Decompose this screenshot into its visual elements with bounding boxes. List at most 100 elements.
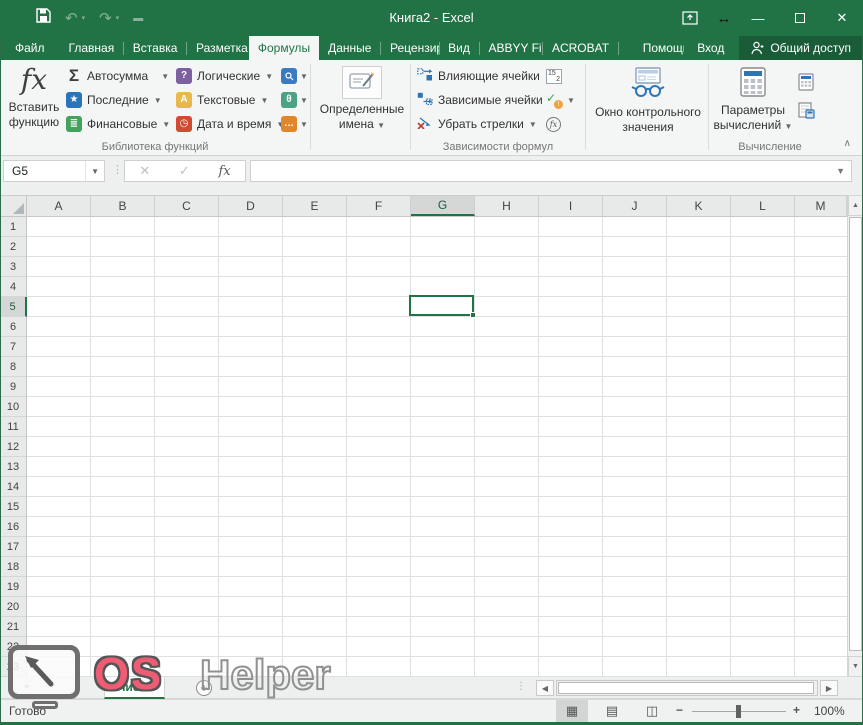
row-header-10[interactable]: 10 — [0, 397, 26, 417]
formula-input[interactable] — [250, 160, 852, 182]
row-header-21[interactable]: 21 — [0, 617, 26, 637]
horizontal-scrollbar-thumb[interactable] — [558, 682, 814, 694]
row-header-11[interactable]: 11 — [0, 417, 26, 437]
enter-icon[interactable]: ✓ — [179, 163, 190, 179]
scroll-up-icon[interactable]: ▲ — [848, 195, 863, 216]
row-header-15[interactable]: 15 — [0, 497, 26, 517]
row-header-5[interactable]: 5 — [0, 297, 27, 317]
row-header-20[interactable]: 20 — [0, 597, 26, 617]
trace-precedents-button[interactable]: Влияющие ячейки — [417, 64, 543, 88]
cancel-icon[interactable]: ✕ — [139, 163, 150, 179]
recent-functions-button[interactable]: ★ Последние ▼ — [66, 88, 170, 112]
tab-data[interactable]: Данные — [319, 36, 380, 60]
tab-file[interactable]: Файл — [0, 36, 60, 60]
row-header-16[interactable]: 16 — [0, 517, 26, 537]
row-header-13[interactable]: 13 — [0, 457, 26, 477]
remove-arrows-button[interactable]: Убрать стрелки ▼ — [417, 112, 543, 136]
defined-names-button[interactable]: Определенные имена ▼ — [316, 63, 408, 151]
vertical-scrollbar[interactable]: ▲ ▼ — [847, 195, 863, 677]
row-header-2[interactable]: 2 — [0, 237, 26, 257]
scroll-left-icon[interactable]: ◀ — [536, 680, 554, 696]
column-header-G[interactable]: G — [411, 196, 475, 216]
tab-acrobat[interactable]: ACROBAT — [543, 36, 618, 60]
column-header-J[interactable]: J — [603, 196, 667, 216]
zoom-slider-thumb[interactable] — [736, 705, 741, 718]
maximize-button[interactable] — [779, 0, 821, 36]
lookup-reference-button[interactable]: ▼ — [281, 64, 308, 88]
formula-bar-resize-handle[interactable]: ⋮ — [112, 163, 123, 176]
close-button[interactable]: ✕ — [821, 0, 863, 36]
row-header-14[interactable]: 14 — [0, 477, 26, 497]
ribbon-display-options-icon[interactable] — [669, 0, 711, 36]
horizontal-scrollbar[interactable] — [556, 680, 818, 696]
logical-button[interactable]: ? Логические ▼ — [176, 64, 284, 88]
tab-review[interactable]: Рецензиров — [381, 36, 439, 60]
worksheet-cells[interactable] — [27, 217, 847, 677]
more-functions-button[interactable]: … ▼ — [281, 112, 308, 136]
date-time-button[interactable]: ◷ Дата и время ▼ — [176, 112, 284, 136]
collapse-ribbon-icon[interactable]: ∧ — [844, 138, 851, 149]
row-header-23[interactable]: 23 — [0, 657, 26, 677]
calculate-now-button[interactable] — [798, 68, 815, 96]
column-header-M[interactable]: M — [795, 196, 847, 216]
scroll-down-icon[interactable]: ▼ — [848, 656, 863, 677]
new-sheet-button[interactable]: + — [196, 680, 212, 696]
insert-function-fx-icon[interactable]: fx — [218, 164, 230, 179]
financial-button[interactable]: ≣ Финансовые ▼ — [66, 112, 170, 136]
tab-help[interactable]: Помощн — [629, 36, 685, 60]
minimize-button[interactable]: — — [737, 0, 779, 36]
sheet-nav-arrows[interactable]: ◂▸ — [8, 681, 42, 692]
column-header-C[interactable]: C — [155, 196, 219, 216]
row-header-8[interactable]: 8 — [0, 357, 26, 377]
trace-dependents-button[interactable]: Зависимые ячейки — [417, 88, 543, 112]
zoom-out-icon[interactable]: − — [676, 703, 683, 717]
row-header-17[interactable]: 17 — [0, 537, 26, 557]
tab-insert[interactable]: Вставка — [124, 36, 187, 60]
evaluate-formula-button[interactable]: fx — [546, 112, 575, 136]
expand-formula-bar-icon[interactable]: ▼ — [836, 166, 845, 176]
column-header-B[interactable]: B — [91, 196, 155, 216]
tab-home[interactable]: Главная — [60, 36, 124, 60]
text-functions-button[interactable]: A Текстовые ▼ — [176, 88, 284, 112]
row-header-9[interactable]: 9 — [0, 377, 26, 397]
name-box[interactable]: G5 ▼ — [3, 160, 105, 182]
watch-window-button[interactable]: Окно контрольного значения — [590, 63, 706, 151]
column-header-D[interactable]: D — [219, 196, 283, 216]
column-header-L[interactable]: L — [731, 196, 795, 216]
row-header-18[interactable]: 18 — [0, 557, 26, 577]
row-header-22[interactable]: 22 — [0, 637, 26, 657]
autosum-button[interactable]: Σ Автосумма ▼ — [66, 64, 170, 88]
error-checking-button[interactable]: ✓! ▼ — [546, 88, 575, 112]
show-formulas-button[interactable]: 152 — [546, 64, 575, 88]
hscroll-resize-handle[interactable]: ⋮ — [516, 681, 526, 692]
view-page-layout-icon[interactable]: ▤ — [596, 700, 628, 722]
column-header-F[interactable]: F — [347, 196, 411, 216]
row-header-12[interactable]: 12 — [0, 437, 26, 457]
column-header-H[interactable]: H — [475, 196, 539, 216]
view-page-break-icon[interactable]: ◫ — [636, 700, 668, 722]
row-header-6[interactable]: 6 — [0, 317, 26, 337]
row-header-4[interactable]: 4 — [0, 277, 26, 297]
tab-view[interactable]: Вид — [439, 36, 479, 60]
vertical-scrollbar-thumb[interactable] — [849, 217, 862, 651]
selected-cell-G5[interactable] — [409, 295, 474, 316]
chevron-down-icon[interactable]: ▼ — [86, 167, 104, 176]
tab-page-layout[interactable]: Разметка стр — [187, 36, 249, 60]
tab-abbyy-finereader[interactable]: ABBYY FineR — [479, 36, 542, 60]
zoom-level[interactable]: 100% — [814, 704, 845, 718]
sheet-tab-active[interactable]: Лист1 — [104, 677, 165, 699]
column-header-K[interactable]: K — [667, 196, 731, 216]
share-button[interactable]: Общий доступ — [739, 36, 863, 60]
row-header-3[interactable]: 3 — [0, 257, 26, 277]
view-normal-icon[interactable]: ▦ — [556, 700, 588, 722]
row-header-1[interactable]: 1 — [0, 217, 26, 237]
sign-in-button[interactable]: Вход — [688, 36, 733, 60]
tab-formulas[interactable]: Формулы — [249, 36, 319, 60]
column-header-A[interactable]: A — [27, 196, 91, 216]
insert-function-button[interactable]: fx Вставить функцию — [4, 63, 64, 151]
calculate-sheet-button[interactable] — [798, 96, 815, 124]
zoom-in-icon[interactable]: + — [793, 703, 800, 717]
scroll-right-icon[interactable]: ▶ — [820, 680, 838, 696]
column-header-E[interactable]: E — [283, 196, 347, 216]
column-header-I[interactable]: I — [539, 196, 603, 216]
